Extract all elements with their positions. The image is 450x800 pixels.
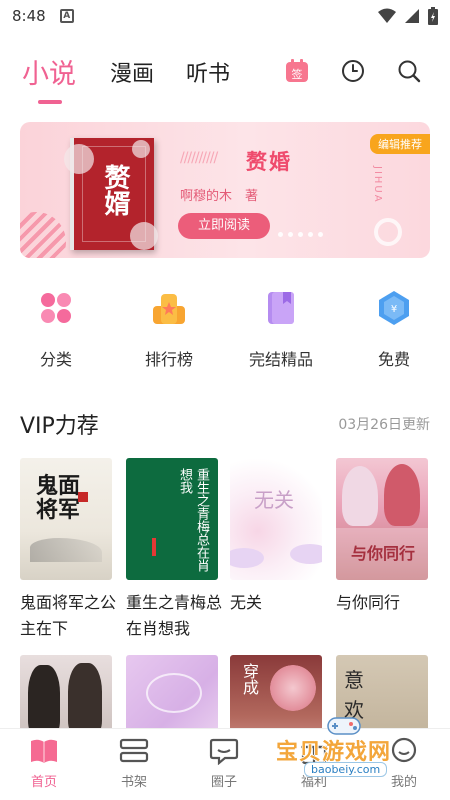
book-card[interactable]: 鬼面将军 鬼面将军之公主在下 (20, 458, 116, 642)
book-card[interactable]: 重生之青梅总在肖想我 重生之青梅总在肖想我 (126, 458, 222, 642)
cover-seal (78, 492, 88, 502)
vip-section-title: VIP力荐 (20, 414, 99, 439)
pager-dot (308, 232, 313, 237)
category-free[interactable]: ¥ 免费 (349, 290, 439, 370)
nav-label: 书架 (120, 775, 147, 790)
cover-figure (342, 466, 378, 526)
svg-text:签: 签 (292, 67, 303, 81)
cover-flower (64, 144, 94, 174)
cover-swirl (146, 673, 202, 713)
category-label: 排行榜 (144, 350, 193, 369)
cover-flower (130, 222, 158, 250)
nav-circle[interactable]: 圈子 (194, 737, 254, 790)
grid-icon (38, 290, 74, 326)
history-clock-icon[interactable] (340, 58, 366, 84)
svg-text:¥: ¥ (391, 304, 397, 315)
category-label: 完结精品 (248, 350, 313, 369)
watermark-url: baobeiy.com (304, 762, 388, 777)
top-nav: 小说 漫画 听书 签 (0, 48, 450, 108)
cover-figure (68, 663, 102, 735)
vip-update-date: 03月26日更新 (338, 417, 430, 433)
pager-dot (288, 232, 293, 237)
featured-banner[interactable]: 赘婿 ////////// 赘婚 啊穆的木 著 立即阅读 JIHUA 编辑推荐 (20, 122, 430, 258)
nav-label: 圈子 (210, 775, 237, 790)
banner-stripe-decoration (20, 212, 66, 258)
book-card[interactable]: 无关 无关 (230, 458, 322, 616)
category-ranking[interactable]: 排行榜 (124, 290, 214, 370)
book-title: 与你同行 (336, 593, 401, 612)
nav-home[interactable]: 首页 (14, 737, 74, 790)
banner-author: 啊穆的木 著 (180, 189, 259, 204)
cover-accent (152, 538, 156, 556)
banner-slash-decoration: ////////// (180, 150, 218, 166)
tab-audiobook[interactable]: 听书 (186, 56, 230, 88)
signal-icon (405, 9, 419, 23)
free-coin-icon: ¥ (376, 290, 412, 326)
book-cover: 与你同行 (336, 458, 428, 580)
cover-title: 无关 (254, 488, 294, 512)
cover-flower (132, 140, 150, 158)
book-cover: 无关 (230, 458, 322, 580)
banner-side-text: JIHUA (372, 166, 383, 204)
battery-icon (428, 7, 438, 25)
tab-indicator (38, 100, 62, 104)
book-cover: 鬼面将军 (20, 458, 112, 580)
book-title: 重生之青梅总在肖想我 (126, 593, 223, 638)
pager-dot (298, 232, 303, 237)
cover-figure (28, 665, 60, 735)
notification-a-icon: A (59, 9, 74, 23)
nav-label: 首页 (30, 775, 57, 790)
category-label: 免费 (377, 350, 410, 369)
nav-bookshelf[interactable]: 书架 (104, 737, 164, 790)
tab-novel[interactable]: 小说 (22, 52, 76, 91)
banner-ring-decoration (374, 218, 402, 246)
wifi-icon (378, 8, 396, 23)
tab-comic[interactable]: 漫画 (110, 56, 154, 88)
category-classify[interactable]: 分类 (11, 290, 101, 370)
cover-title: 与你同行 (350, 544, 415, 563)
bookshelf-icon (119, 737, 149, 765)
status-bar: 8:48 A (0, 0, 450, 32)
podium-icon (151, 290, 187, 326)
cover-figure (384, 464, 420, 526)
chat-bubble-icon (209, 737, 239, 766)
search-icon[interactable] (396, 58, 422, 84)
book-cover: 重生之青梅总在肖想我 (126, 458, 218, 580)
banner-book-cover[interactable]: 赘婿 (64, 138, 158, 250)
cover-title: 重生之青梅总在肖想我 (177, 468, 209, 572)
book-title: 鬼面将军之公主在下 (20, 593, 117, 638)
bookmark-book-icon (263, 290, 299, 326)
banner-book-title: 赘婚 (246, 150, 292, 174)
cover-blossom (270, 665, 316, 711)
book-title: 无关 (230, 593, 263, 612)
category-label: 分类 (39, 350, 72, 369)
status-time: 8:48 (12, 7, 46, 25)
book-card[interactable]: 与你同行 与你同行 (336, 458, 428, 616)
cover-cloud (230, 548, 264, 568)
sign-in-icon[interactable]: 签 (284, 58, 310, 84)
status-right-icons (378, 7, 438, 25)
read-now-button[interactable]: 立即阅读 (178, 213, 270, 239)
cover-mountain (30, 538, 102, 562)
cover-cloud (290, 544, 322, 564)
pager-dot (318, 232, 323, 237)
home-book-icon (29, 737, 59, 765)
site-watermark: 宝贝游戏网 baobeiy.com (276, 712, 426, 792)
editor-pick-badge: 编辑推荐 (370, 134, 430, 154)
category-completed[interactable]: 完结精品 (236, 290, 326, 370)
pager-dot (278, 232, 283, 237)
cover-title: 赘婿 (100, 164, 130, 216)
app-screen: 8:48 A 小说 漫画 听书 签 赘婿 ////////// 赘婚 啊穆的木 … (0, 0, 450, 800)
banner-pager-dots (278, 232, 323, 237)
